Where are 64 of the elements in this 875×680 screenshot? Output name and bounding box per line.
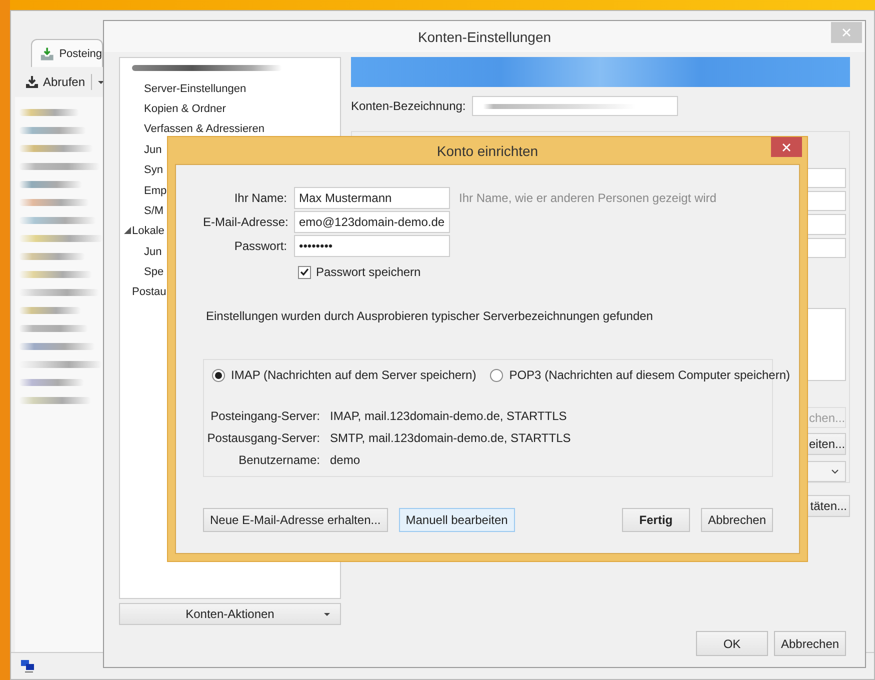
blurred-folder — [19, 199, 89, 206]
tree-item[interactable]: Jun — [144, 246, 162, 258]
tree-item[interactable]: Kopien & Ordner — [144, 102, 226, 115]
tree-item[interactable]: Lokale — [132, 225, 164, 238]
tree-item[interactable]: Emp — [144, 184, 167, 197]
blurred-folder — [19, 397, 91, 404]
close-icon — [842, 28, 851, 37]
tree-item[interactable]: Syn — [144, 164, 163, 176]
close-button[interactable] — [771, 137, 802, 157]
close-icon — [782, 142, 791, 152]
tree-item[interactable]: Server-Einstellungen — [144, 82, 246, 95]
account-actions-button[interactable]: Konten-Aktionen — [119, 603, 341, 625]
chevron-down-icon — [831, 468, 839, 474]
mail-tab[interactable]: Posteing — [31, 39, 103, 67]
ok-button[interactable]: OK — [696, 631, 768, 656]
edit-manually-button[interactable]: Manuell bearbeiten — [398, 508, 515, 532]
server-label: Postausgang-Server: — [206, 431, 320, 445]
field-label: Konten-Bezeichnung: — [351, 99, 466, 113]
account-name-field[interactable] — [472, 96, 678, 116]
input-field[interactable]: •••••••• — [294, 235, 450, 257]
checkbox-label[interactable]: Passwort speichern — [316, 265, 421, 279]
blurred-folder — [19, 253, 85, 260]
tree-item[interactable]: Verfassen & Adressieren — [144, 123, 264, 136]
blurred-folder — [19, 181, 82, 188]
tree-item[interactable]: Spe — [144, 266, 164, 278]
radio-label[interactable]: POP3 (Nachrichten auf diesem Computer speichern) — [509, 368, 790, 382]
server-value: SMTP, mail.123domain-demo.de, STARTTLS — [330, 431, 572, 445]
dialog-title: Konto einrichten — [436, 142, 538, 158]
field-hint: Ihr Name, wie er anderen Personen gezeigt wird — [458, 191, 718, 205]
blurred-folder — [19, 325, 88, 332]
tree-item[interactable]: Jun — [144, 144, 162, 156]
blurred-folder — [19, 379, 84, 386]
field-label: Passwort: — [233, 239, 287, 253]
checkbox[interactable] — [298, 266, 311, 278]
status-message: Einstellungen wurden durch Ausprobieren typischer Serverbezeichnungen gefunden — [206, 309, 654, 323]
cancel-button[interactable]: Abbrechen — [774, 631, 846, 656]
caret-icon — [324, 613, 330, 616]
radio-button[interactable] — [212, 368, 225, 382]
tree-item[interactable]: S/M — [144, 204, 164, 217]
blurred-folder — [19, 109, 79, 116]
server-value: IMAP, mail.123domain-demo.de, STARTTLS — [330, 409, 568, 423]
radio-button[interactable] — [490, 368, 504, 382]
network-icon — [21, 660, 35, 672]
new-address-button[interactable]: Neue E-Mail-Adresse erhalten... — [203, 508, 388, 532]
server-label: Posteingang-Server: — [210, 409, 320, 423]
server-label: Benutzername: — [238, 453, 320, 467]
server-value: demo — [330, 453, 362, 467]
field-label: E-Mail-Adresse: — [203, 215, 287, 229]
blurred-folder — [19, 127, 86, 134]
checkmark-icon — [300, 268, 309, 276]
input-field[interactable]: emo@123domain-demo.de — [294, 211, 450, 233]
caret-icon — [98, 80, 104, 84]
tree-item[interactable]: Postau — [132, 286, 166, 298]
input-field[interactable]: Max Mustermann — [294, 187, 450, 209]
inbox-icon — [40, 46, 54, 62]
window-title: Konten-Einstellungen — [418, 28, 552, 44]
done-button[interactable]: Fertig — [622, 508, 690, 532]
blurred-folder — [19, 307, 81, 314]
side-button[interactable]: eiten... — [806, 433, 846, 455]
download-icon — [25, 75, 39, 89]
field-label: Ihr Name: — [233, 191, 287, 205]
get-messages-button[interactable]: Abrufen — [25, 75, 86, 89]
cancel-button[interactable]: Abbrechen — [700, 508, 773, 532]
radio-label[interactable]: IMAP (Nachrichten auf dem Server speichern) — [231, 368, 476, 382]
